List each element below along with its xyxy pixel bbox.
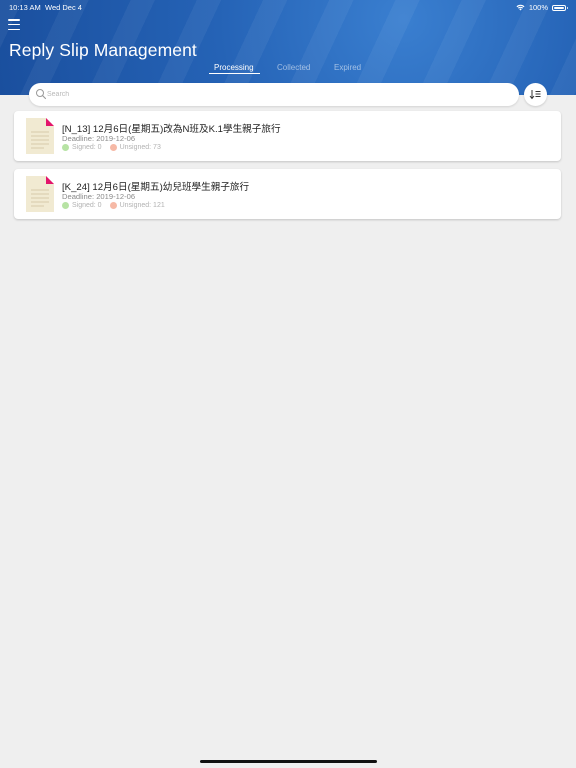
document-icon bbox=[26, 176, 54, 212]
reply-slip-card[interactable]: [K_24] 12月6日(星期五)幼兒班學生親子旅行 Deadline: 201… bbox=[14, 169, 561, 219]
search-icon bbox=[36, 89, 47, 100]
sort-icon bbox=[529, 90, 541, 100]
slip-stats: Signed: 0 Unsigned: 121 bbox=[62, 202, 165, 209]
signed-count: Signed: 0 bbox=[72, 202, 102, 209]
app-header: 10:13 AM Wed Dec 4 100% Reply Slip Manag… bbox=[0, 0, 576, 95]
home-indicator[interactable] bbox=[200, 760, 377, 763]
slip-deadline: Deadline: 2019-12-06 bbox=[62, 134, 136, 143]
unsigned-dot-icon bbox=[109, 202, 117, 209]
tab-processing[interactable]: Processing bbox=[214, 63, 254, 72]
search-input[interactable] bbox=[47, 87, 497, 101]
slip-title: [K_24] 12月6日(星期五)幼兒班學生親子旅行 bbox=[62, 182, 250, 193]
active-tab-indicator bbox=[209, 73, 260, 75]
signed-dot-icon bbox=[62, 144, 69, 151]
battery-icon bbox=[552, 4, 568, 11]
unsigned-count: Unsigned: 73 bbox=[119, 144, 161, 151]
slip-deadline: Deadline: 2019-12-06 bbox=[62, 192, 136, 201]
wifi-icon bbox=[516, 4, 525, 11]
hamburger-icon[interactable] bbox=[8, 19, 20, 31]
signed-count: Signed: 0 bbox=[72, 144, 102, 151]
unsigned-dot-icon bbox=[109, 144, 117, 151]
battery-percent: 100% bbox=[528, 3, 548, 12]
search-bar bbox=[29, 83, 519, 106]
document-icon bbox=[26, 118, 54, 154]
status-date: Wed Dec 4 bbox=[45, 3, 82, 12]
sort-button[interactable] bbox=[524, 83, 547, 106]
slip-stats: Signed: 0 Unsigned: 73 bbox=[62, 144, 161, 151]
status-time: 10:13 AM bbox=[9, 3, 41, 12]
signed-dot-icon bbox=[62, 202, 69, 209]
tab-expired[interactable]: Expired bbox=[334, 63, 361, 72]
reply-slip-card[interactable]: [N_13] 12月6日(星期五)改為N班及K.1學生親子旅行 Deadline… bbox=[14, 111, 561, 161]
slip-title: [N_13] 12月6日(星期五)改為N班及K.1學生親子旅行 bbox=[62, 124, 281, 135]
status-bar: 10:13 AM Wed Dec 4 100% bbox=[0, 0, 576, 14]
page-title: Reply Slip Management bbox=[9, 40, 197, 60]
unsigned-count: Unsigned: 121 bbox=[119, 202, 165, 209]
tab-collected[interactable]: Collected bbox=[277, 63, 310, 72]
status-indicators: 100% bbox=[516, 3, 568, 12]
